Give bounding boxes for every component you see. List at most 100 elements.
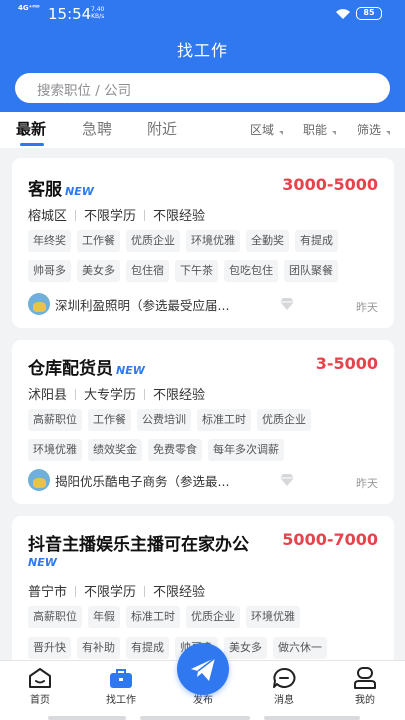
post-time: 昨天 — [356, 477, 378, 490]
tab-latest[interactable]: 最新 — [16, 118, 46, 139]
tab-underline — [20, 143, 44, 146]
message-icon — [273, 667, 296, 688]
benefit-tag: 做六休一 — [273, 637, 327, 659]
filter-area-label: 区域 — [250, 123, 275, 137]
job-title-text: 仓库配货员 — [28, 359, 113, 379]
briefcase-icon — [110, 669, 132, 688]
tag-row: 高薪职位 工作餐 公费培训 标准工时 优质企业 — [28, 408, 317, 431]
diamond-icon — [280, 298, 294, 310]
tab-urgent[interactable]: 急聘 — [82, 118, 112, 139]
paper-plane-icon — [191, 657, 216, 681]
benefit-tag: 高薪职位 — [28, 606, 82, 628]
benefit-tag: 优质企业 — [257, 409, 311, 431]
job-experience: 不限经验 — [153, 585, 206, 600]
publish-button[interactable] — [177, 643, 229, 695]
benefit-tag: 下午茶 — [175, 260, 218, 282]
benefit-tag: 团队聚餐 — [284, 260, 338, 282]
page-title: 找工作 — [176, 41, 228, 60]
benefit-tag: 帅哥多 — [28, 260, 71, 282]
filter-more-label: 筛选 — [357, 123, 382, 137]
dropdown-arrow-icon — [279, 131, 284, 135]
benefit-tag: 有提成 — [126, 637, 169, 659]
nav-mine[interactable]: 我的 — [325, 661, 405, 720]
divider — [144, 210, 146, 221]
nav-home-label: 首页 — [30, 695, 50, 706]
speed-value: 7.40 — [91, 6, 105, 13]
search-placeholder: 搜索职位 / 公司 — [37, 83, 132, 99]
benefit-tag: 绩效奖金 — [88, 439, 142, 461]
job-location: 沭阳县 — [28, 388, 68, 403]
job-education: 不限学历 — [84, 585, 137, 600]
benefit-tag: 环境优雅 — [28, 439, 82, 461]
status-bar: 4G⁺ᴴᴰ 15:54 7.40 KB/s 85 — [0, 0, 405, 28]
tag-row: 帅哥多 美女多 包住宿 下午茶 包吃包住 团队聚餐 — [28, 259, 344, 282]
job-card[interactable]: 客服 NEW 3000-5000 榕城区 不限学历 不限经验 年终奖 工作餐 优质企业 环境… — [12, 158, 394, 328]
nav-find-job[interactable]: 找工作 — [81, 661, 161, 720]
job-meta: 沭阳县 大专学历 不限经验 — [28, 384, 205, 403]
job-salary: 5000-7000 — [282, 530, 378, 549]
dropdown-arrow-icon — [332, 131, 337, 135]
filter-area[interactable]: 区域 — [250, 121, 284, 138]
benefit-tag: 每年多次调薪 — [208, 439, 284, 461]
speed-unit: KB/s — [91, 13, 105, 20]
nav-messages[interactable]: 消息 — [244, 661, 324, 720]
header: 4G⁺ᴴᴰ 15:54 7.40 KB/s 85 找工作 搜索职位 / 公司 — [0, 0, 405, 112]
company-name: 揭阳优乐酷电子商务（参选最... — [55, 473, 230, 489]
job-education: 大专学历 — [84, 388, 137, 403]
job-location: 普宁市 — [28, 585, 68, 600]
filter-function-label: 职能 — [303, 123, 328, 137]
benefit-tag: 有补助 — [77, 637, 120, 659]
tag-row: 年终奖 工作餐 优质企业 环境优雅 全勤奖 有提成 — [28, 229, 344, 252]
gesture-bar — [140, 716, 250, 720]
job-education: 不限学历 — [84, 209, 137, 224]
benefit-tag: 包吃包住 — [224, 260, 278, 282]
job-meta: 榕城区 不限学历 不限经验 — [28, 205, 205, 224]
benefit-tag: 工作餐 — [88, 409, 131, 431]
company-info[interactable]: 揭阳优乐酷电子商务（参选最... — [28, 469, 229, 491]
job-experience: 不限经验 — [153, 209, 206, 224]
nav-find-job-label: 找工作 — [106, 695, 136, 706]
job-card[interactable]: 仓库配货员 NEW 3-5000 沭阳县 大专学历 不限经验 高薪职位 工作餐 公费培训标… — [12, 340, 394, 504]
job-title: 抖音主播娱乐主播可在家办公 — [28, 535, 249, 555]
profile-icon — [354, 667, 376, 689]
nav-mine-label: 我的 — [355, 695, 375, 706]
divider — [75, 389, 77, 400]
job-salary: 3-5000 — [315, 354, 378, 373]
job-location: 榕城区 — [28, 209, 68, 224]
company-logo — [28, 293, 50, 315]
job-salary: 3000-5000 — [282, 175, 378, 194]
benefit-tag: 美女多 — [224, 637, 267, 659]
benefit-tag: 公费培训 — [137, 409, 191, 431]
gesture-bar — [264, 716, 360, 720]
filter-more[interactable]: 筛选 — [357, 121, 391, 138]
job-meta: 普宁市 不限学历 不限经验 — [28, 581, 205, 600]
benefit-tag: 优质企业 — [186, 606, 240, 628]
network-indicator: 4G⁺ᴴᴰ — [18, 4, 40, 12]
filter-function[interactable]: 职能 — [303, 121, 337, 138]
job-title: 客服 NEW — [28, 175, 94, 200]
tab-nearby[interactable]: 附近 — [147, 118, 177, 139]
new-badge: NEW — [65, 185, 94, 198]
nav-home[interactable]: 首页 — [0, 661, 80, 720]
tag-row: 环境优雅 绩效奖金 免费零食 每年多次调薪 — [28, 438, 290, 461]
benefit-tag: 晋升快 — [28, 637, 71, 659]
search-input[interactable]: 搜索职位 / 公司 — [15, 73, 390, 103]
home-icon — [29, 668, 51, 688]
benefit-tag: 标准工时 — [197, 409, 251, 431]
benefit-tag: 有提成 — [295, 230, 338, 252]
job-title: 仓库配货员 NEW — [28, 354, 145, 379]
benefit-tag: 优质企业 — [126, 230, 180, 252]
company-name: 深圳利盈照明（参选最受应届... — [55, 297, 230, 313]
company-info[interactable]: 深圳利盈照明（参选最受应届... — [28, 293, 229, 315]
diamond-icon — [280, 474, 294, 486]
benefit-tag: 美女多 — [77, 260, 120, 282]
network-speed: 7.40 KB/s — [91, 6, 104, 20]
divider — [144, 586, 146, 597]
wifi-icon — [336, 9, 350, 19]
battery-icon: 85 — [356, 7, 382, 20]
benefit-tag: 全勤奖 — [246, 230, 289, 252]
tag-row: 高薪职位 年假 标准工时 优质企业 环境优雅 — [28, 605, 306, 628]
benefit-tag: 年终奖 — [28, 230, 71, 252]
post-time: 昨天 — [356, 301, 378, 314]
dropdown-arrow-icon — [386, 131, 391, 135]
